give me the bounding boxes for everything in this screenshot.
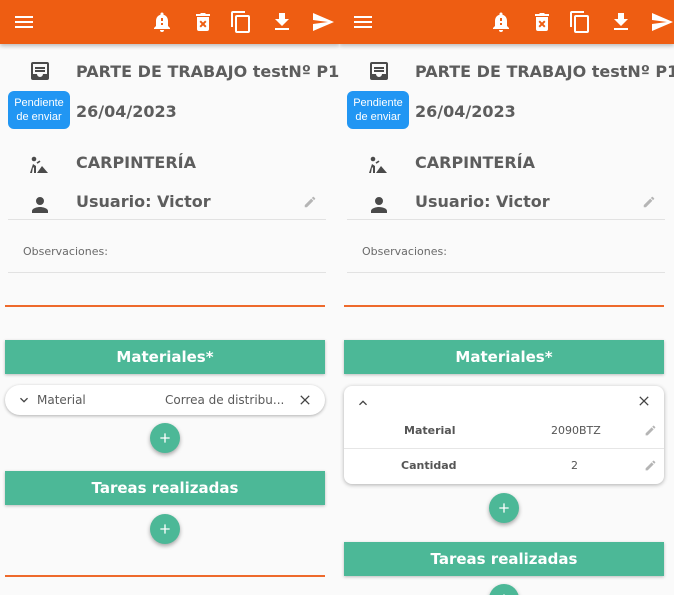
plus-icon — [499, 503, 509, 513]
edit-user-icon[interactable] — [303, 195, 317, 209]
materials-section-header: Materiales* — [5, 340, 325, 374]
tasks-section-header: Tareas realizadas — [5, 471, 325, 505]
observations-underline[interactable] — [347, 272, 665, 273]
status-badge: Pendiente de enviar — [8, 91, 70, 129]
materials-section-header: Materiales* — [344, 340, 664, 374]
screen-expanded: PARTE DE TRABAJO testNº P1 Pendiente de … — [339, 0, 674, 595]
divider — [347, 219, 665, 220]
tasks-section-header: Tareas realizadas — [344, 542, 664, 576]
trade-name: CARPINTERÍA — [415, 153, 536, 172]
report-title: PARTE DE TRABAJO testNº P1 — [415, 62, 674, 81]
menu-icon[interactable] — [12, 10, 36, 34]
worker-icon — [365, 153, 389, 177]
add-task-button[interactable] — [489, 584, 519, 595]
add-material-button[interactable] — [150, 423, 180, 453]
screen-collapsed: PARTE DE TRABAJO testNº P1 Pendiente de … — [0, 0, 340, 595]
material-row-label: Material — [404, 424, 456, 437]
delete-icon[interactable] — [191, 10, 215, 34]
report-date: 26/04/2023 — [415, 102, 516, 121]
user-name: Usuario: Victor — [415, 192, 550, 211]
add-task-button[interactable] — [150, 514, 180, 544]
separator-line — [5, 305, 325, 307]
app-bar — [339, 0, 674, 44]
edit-quantity-icon[interactable] — [644, 459, 657, 472]
inbox-icon — [28, 59, 52, 83]
edit-user-icon[interactable] — [642, 195, 656, 209]
close-icon[interactable] — [297, 392, 313, 408]
app-bar — [0, 0, 340, 44]
copy-icon[interactable] — [568, 10, 592, 34]
add-material-button[interactable] — [489, 493, 519, 523]
menu-icon[interactable] — [351, 10, 375, 34]
observations-underline[interactable] — [8, 272, 326, 273]
divider — [8, 219, 326, 220]
plus-icon — [160, 524, 170, 534]
observations-label: Observaciones: — [23, 245, 108, 258]
report-date: 26/04/2023 — [76, 102, 177, 121]
close-icon[interactable] — [636, 393, 652, 409]
person-icon — [28, 193, 52, 217]
user-name: Usuario: Victor — [76, 192, 211, 211]
material-row-value: 2090BTZ — [551, 424, 601, 437]
screens: PARTE DE TRABAJO testNº P1 Pendiente de … — [0, 0, 674, 595]
quantity-row-value: 2 — [571, 459, 578, 472]
separator-line-bottom — [5, 575, 325, 577]
person-icon — [367, 193, 391, 217]
material-label: Material — [37, 393, 86, 407]
row-divider — [344, 448, 664, 449]
worker-icon — [26, 153, 50, 177]
download-icon[interactable] — [609, 10, 633, 34]
quantity-row-label: Cantidad — [401, 459, 457, 472]
send-icon[interactable] — [650, 10, 674, 34]
material-value: Correa de distribu... — [165, 393, 285, 407]
download-icon[interactable] — [270, 10, 294, 34]
report-title: PARTE DE TRABAJO testNº P1 — [76, 62, 340, 81]
material-collapsed-item[interactable]: Material Correa de distribu... — [5, 385, 325, 415]
inbox-icon — [367, 59, 391, 83]
observations-label: Observaciones: — [362, 245, 447, 258]
bell-icon[interactable] — [150, 10, 174, 34]
delete-icon[interactable] — [530, 10, 554, 34]
edit-material-icon[interactable] — [644, 424, 657, 437]
plus-icon — [160, 433, 170, 443]
copy-icon[interactable] — [229, 10, 253, 34]
plus-icon — [503, 594, 505, 595]
status-badge: Pendiente de enviar — [347, 91, 409, 129]
separator-line — [344, 305, 664, 307]
send-icon[interactable] — [311, 10, 335, 34]
trade-name: CARPINTERÍA — [76, 153, 197, 172]
chevron-down-icon[interactable] — [16, 392, 32, 408]
bell-icon[interactable] — [489, 10, 513, 34]
material-expanded-card: Material 2090BTZ Cantidad 2 — [344, 386, 664, 484]
chevron-up-icon[interactable] — [355, 395, 371, 411]
